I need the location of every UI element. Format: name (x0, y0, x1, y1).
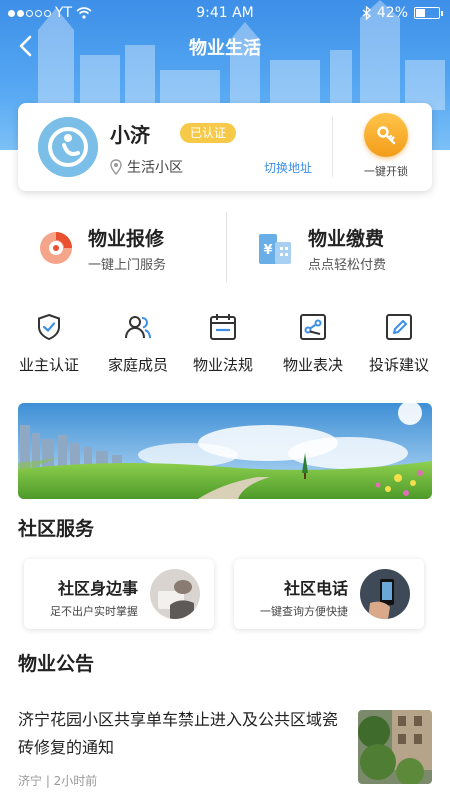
services-divider (226, 212, 227, 282)
community-services-title: 社区服务 (18, 518, 95, 540)
service-repair[interactable]: 物业报修 一键上门服务 (36, 212, 166, 284)
community-news-photo (150, 569, 200, 619)
status-bar: YT 9:41 AM 42% (0, 0, 450, 26)
grid-item-family[interactable]: 家庭成员 (93, 312, 183, 375)
svg-text:¥: ¥ (263, 243, 272, 258)
status-right-group: 42% (362, 5, 443, 21)
card-title: 社区身边事 (57, 579, 138, 598)
card-community-phone[interactable]: 社区电话 一键查询方便快捷 (234, 559, 424, 629)
profile-card: 小济 已认证 生活小区 切换地址 一键开锁 (18, 103, 432, 191)
card-subtitle: 足不出户实时掌握 (50, 605, 138, 618)
community-phone-photo (360, 569, 410, 619)
payment-icon: ¥ (259, 234, 291, 264)
family-icon (125, 316, 151, 339)
main-services: 物业报修 一键上门服务 ¥ 物业缴费 点点轻松付费 (0, 212, 450, 284)
edit-icon (386, 314, 412, 340)
grid-label: 投诉建议 (368, 356, 429, 374)
notice-photo (358, 710, 432, 784)
vote-icon (300, 314, 326, 340)
card-community-news[interactable]: 社区身边事 足不出户实时掌握 (24, 559, 214, 629)
card-subtitle: 一键查询方便快捷 (260, 605, 348, 618)
service-repair-title: 物业报修 (88, 227, 165, 250)
notice-title: 济宁花园小区共享单车禁止进入及公共区域瓷砖修复的通知 (18, 710, 339, 757)
community-location: 生活小区 (110, 157, 183, 177)
avatar-logo-icon (38, 117, 98, 177)
banner-landscape-image (18, 403, 432, 499)
notice-meta: 济宁 | 2小时前 (18, 774, 98, 788)
feature-grid: 业主认证 家庭成员 物业法规 物业表决 投诉建议 (0, 312, 450, 376)
page-title: 物业生活 (189, 38, 261, 59)
battery-percent: 42% (376, 5, 408, 21)
promo-banner[interactable] (18, 403, 432, 499)
service-payment-subtitle: 点点轻松付费 (308, 257, 387, 273)
user-name: 小济 (110, 123, 150, 147)
service-payment-title: 物业缴费 (308, 227, 385, 250)
repair-icon (40, 232, 72, 264)
card-divider (332, 117, 333, 177)
shield-check-icon (38, 313, 60, 341)
grid-item-owner-verify[interactable]: 业主认证 (4, 312, 94, 375)
grid-label: 家庭成员 (107, 356, 168, 374)
switch-address-link[interactable]: 切换地址 (264, 159, 312, 176)
nav-bar: 物业生活 (0, 26, 450, 66)
grid-item-complaint[interactable]: 投诉建议 (354, 312, 444, 375)
avatar[interactable] (38, 117, 98, 177)
service-repair-subtitle: 一键上门服务 (88, 257, 167, 273)
grid-item-vote[interactable]: 物业表决 (268, 312, 358, 375)
notices-title: 物业公告 (18, 653, 95, 675)
bluetooth-icon (362, 6, 371, 20)
card-title: 社区电话 (283, 579, 348, 598)
grid-item-regulations[interactable]: 物业法规 (178, 312, 268, 375)
key-icon (364, 113, 408, 157)
grid-label: 物业表决 (282, 356, 343, 374)
community-name: 生活小区 (127, 160, 183, 176)
battery-icon (414, 7, 443, 19)
service-payment[interactable]: ¥ 物业缴费 点点轻松付费 (256, 212, 386, 284)
calendar-icon (210, 314, 236, 340)
one-key-unlock-button[interactable]: 一键开锁 (358, 113, 414, 179)
unlock-label: 一键开锁 (364, 165, 408, 178)
grid-label: 物业法规 (192, 356, 253, 374)
grid-label: 业主认证 (18, 356, 79, 374)
verified-badge: 已认证 (180, 123, 237, 143)
location-pin-icon (110, 159, 122, 175)
